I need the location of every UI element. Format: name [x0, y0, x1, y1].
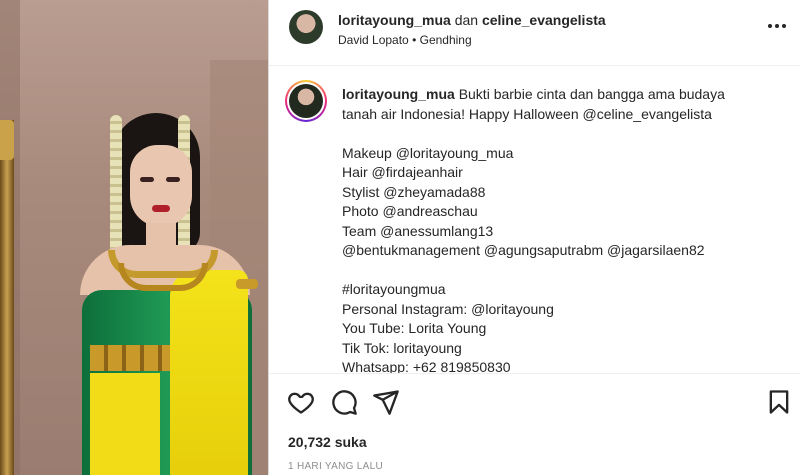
header-username-link[interactable]: loritayoung_mua: [338, 12, 451, 28]
caption-hashtag[interactable]: #loritayoungmua: [342, 280, 782, 300]
figure-skirt-yellow: [90, 373, 160, 475]
header-avatar[interactable]: [289, 10, 323, 44]
figure-face: [130, 145, 192, 227]
header-audio: David Lopato • Gendhing: [338, 33, 472, 47]
header-connector: dan: [454, 12, 479, 28]
caption-text: Bukti barbie cinta dan bangga ama budaya: [458, 86, 725, 102]
caption-line: Hair @firdajeanhair: [342, 164, 463, 180]
heart-icon[interactable]: [287, 388, 315, 416]
caption-author-link[interactable]: loritayoung_mua: [342, 86, 455, 102]
caption-line: Makeup @loritayoung_mua: [342, 144, 514, 161]
caption-line: Team @anessumlang13: [342, 222, 494, 239]
send-icon[interactable]: [372, 388, 400, 416]
figure-armband: [236, 279, 258, 289]
caption-line: You Tube: Lorita Young: [342, 320, 487, 336]
figure-eye-left: [140, 177, 154, 182]
caption-avatar[interactable]: [285, 80, 327, 122]
caption-line: Tik Tok: loritayoung: [342, 339, 462, 356]
audio-track-link[interactable]: Gendhing: [420, 33, 472, 47]
comment-icon[interactable]: [330, 388, 358, 416]
media-staff: [0, 120, 14, 475]
likes-count[interactable]: 20,732 suka: [288, 434, 367, 450]
figure-necklace-inner: [118, 263, 208, 291]
caption-line: Photo @andreaschau: [342, 203, 478, 219]
caption-line: @bentukmanagement @agungsaputrabm @jagar…: [342, 242, 705, 258]
caption-line: Personal Instagram: @loritayoung: [342, 300, 554, 317]
audio-separator: •: [412, 33, 417, 47]
caption-line: tanah air Indonesia! Happy Halloween @ce…: [342, 105, 712, 122]
figure-lips: [152, 205, 170, 212]
post-timestamp: 1 HARI YANG LALU: [288, 461, 384, 472]
figure-eye-right: [166, 177, 180, 182]
post-media[interactable]: [0, 0, 268, 475]
caption-line: loritayoung_mua Bukti barbie cinta dan b…: [342, 85, 782, 105]
header-usernames: loritayoung_mua dan celine_evangelista: [338, 12, 606, 28]
media-figure: [60, 105, 268, 475]
actions-divider: [269, 373, 800, 374]
audio-artist-link[interactable]: David Lopato: [338, 33, 409, 47]
figure-scarf-yellow: [170, 270, 248, 475]
header-collaborator-link[interactable]: celine_evangelista: [482, 12, 606, 28]
more-horizontal-icon[interactable]: [766, 19, 788, 33]
bookmark-icon[interactable]: [765, 388, 793, 416]
post-caption: loritayoung_mua Bukti barbie cinta dan b…: [342, 85, 782, 378]
media-staff-top: [0, 120, 14, 160]
caption-line: Stylist @zheyamada88: [342, 183, 486, 200]
